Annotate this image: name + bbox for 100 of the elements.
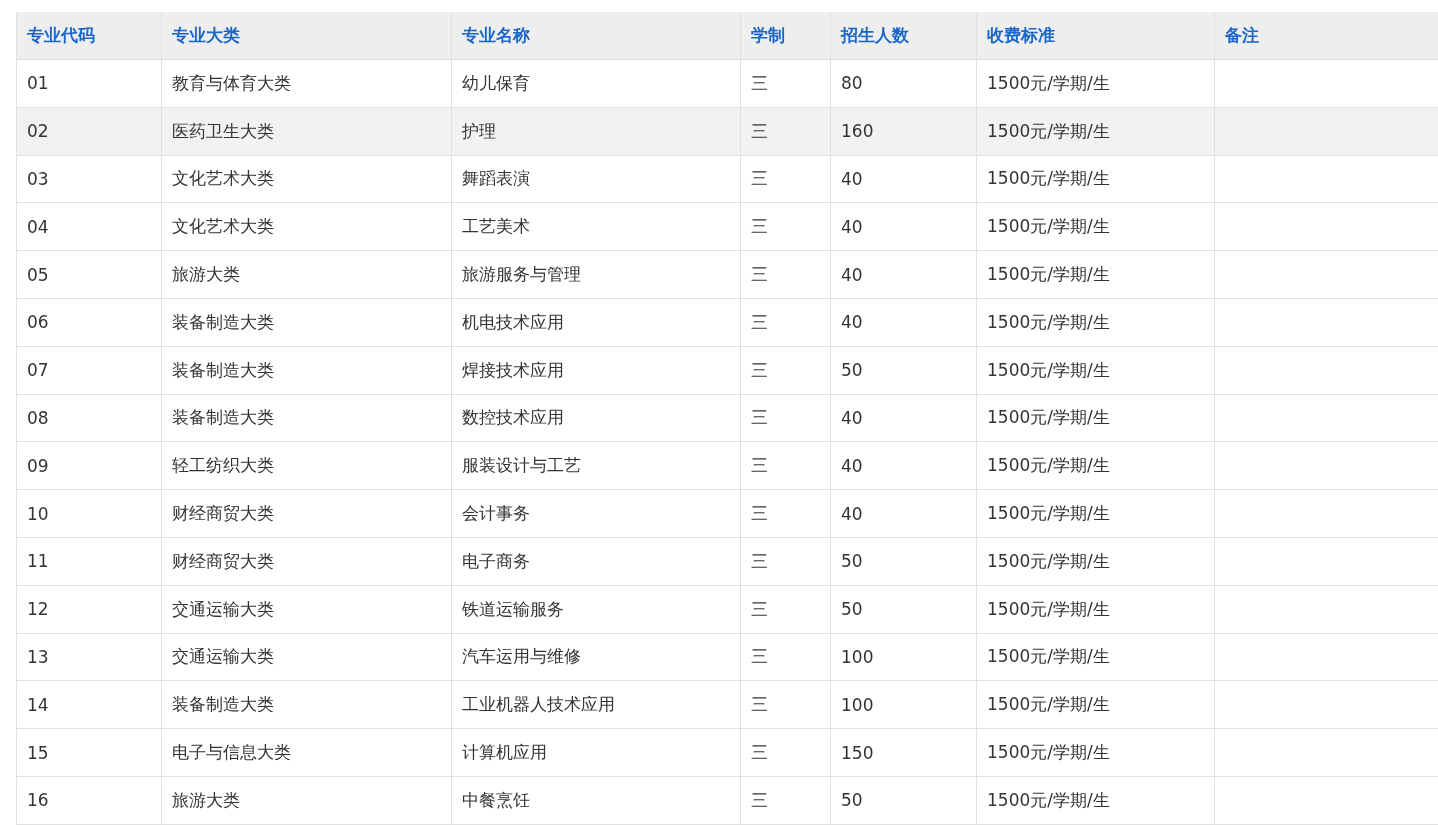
table-cell: 1500元/学期/生 xyxy=(976,107,1215,156)
table-cell: 护理 xyxy=(451,107,741,156)
table-cell: 交通运输大类 xyxy=(161,585,452,634)
table-cell: 中餐烹饪 xyxy=(451,776,741,825)
table-cell: 装备制造大类 xyxy=(161,680,452,729)
table-cell: 40 xyxy=(830,441,977,490)
table-cell: 50 xyxy=(830,537,977,586)
table-cell: 三 xyxy=(740,776,831,825)
column-header: 专业代码 xyxy=(16,12,162,60)
table-cell: 三 xyxy=(740,680,831,729)
table-cell: 40 xyxy=(830,489,977,538)
table-cell: 01 xyxy=(16,59,162,108)
table-cell: 13 xyxy=(16,633,162,681)
table-cell: 1500元/学期/生 xyxy=(976,489,1215,538)
table-cell: 旅游大类 xyxy=(161,250,452,299)
table-cell: 1500元/学期/生 xyxy=(976,680,1215,729)
table-cell: 12 xyxy=(16,585,162,634)
table-cell: 财经商贸大类 xyxy=(161,537,452,586)
table-cell: 160 xyxy=(830,107,977,156)
table-cell: 交通运输大类 xyxy=(161,633,452,681)
table-cell: 100 xyxy=(830,633,977,681)
table-cell: 1500元/学期/生 xyxy=(976,202,1215,251)
table-cell: 04 xyxy=(16,202,162,251)
table-cell: 舞蹈表演 xyxy=(451,155,741,203)
table-cell: 09 xyxy=(16,441,162,490)
table-cell: 装备制造大类 xyxy=(161,298,452,347)
column-header: 专业名称 xyxy=(451,12,741,60)
table-cell: 02 xyxy=(16,107,162,156)
table-cell: 旅游服务与管理 xyxy=(451,250,741,299)
table-cell: 三 xyxy=(740,585,831,634)
table-cell: 1500元/学期/生 xyxy=(976,728,1215,777)
table-cell: 40 xyxy=(830,202,977,251)
table-cell: 50 xyxy=(830,585,977,634)
table-cell: 05 xyxy=(16,250,162,299)
table-cell: 40 xyxy=(830,394,977,442)
table-cell: 10 xyxy=(16,489,162,538)
table-cell: 汽车运用与维修 xyxy=(451,633,741,681)
table-cell: 1500元/学期/生 xyxy=(976,585,1215,634)
table-cell: 1500元/学期/生 xyxy=(976,394,1215,442)
table-cell: 幼儿保育 xyxy=(451,59,741,108)
table-cell: 服装设计与工艺 xyxy=(451,441,741,490)
table-cell: 50 xyxy=(830,346,977,395)
table-cell: 三 xyxy=(740,537,831,586)
table-cell: 三 xyxy=(740,298,831,347)
table-cell: 14 xyxy=(16,680,162,729)
table-cell: 08 xyxy=(16,394,162,442)
table-cell: 电子与信息大类 xyxy=(161,728,452,777)
table-cell: 100 xyxy=(830,680,977,729)
table-cell: 财经商贸大类 xyxy=(161,489,452,538)
table-cell: 三 xyxy=(740,633,831,681)
table-cell: 教育与体育大类 xyxy=(161,59,452,108)
table-cell: 07 xyxy=(16,346,162,395)
table-cell: 三 xyxy=(740,107,831,156)
table-cell: 50 xyxy=(830,776,977,825)
table-cell: 16 xyxy=(16,776,162,825)
table-cell: 三 xyxy=(740,155,831,203)
table-cell: 1500元/学期/生 xyxy=(976,155,1215,203)
table-cell: 电子商务 xyxy=(451,537,741,586)
table-cell: 三 xyxy=(740,346,831,395)
table-cell: 11 xyxy=(16,537,162,586)
table-cell: 计算机应用 xyxy=(451,728,741,777)
table-cell: 铁道运输服务 xyxy=(451,585,741,634)
table-cell: 1500元/学期/生 xyxy=(976,59,1215,108)
table-cell: 会计事务 xyxy=(451,489,741,538)
column-header: 专业大类 xyxy=(161,12,452,60)
table-cell: 旅游大类 xyxy=(161,776,452,825)
table-cell: 文化艺术大类 xyxy=(161,155,452,203)
table-cell: 文化艺术大类 xyxy=(161,202,452,251)
table-cell: 1500元/学期/生 xyxy=(976,537,1215,586)
column-header: 学制 xyxy=(740,12,831,60)
column-header: 招生人数 xyxy=(830,12,977,60)
table-cell: 工艺美术 xyxy=(451,202,741,251)
table-cell: 三 xyxy=(740,489,831,538)
column-header: 备注 xyxy=(1214,12,1438,60)
table-cell: 三 xyxy=(740,394,831,442)
table-cell: 装备制造大类 xyxy=(161,394,452,442)
table-cell: 装备制造大类 xyxy=(161,346,452,395)
table-cell: 1500元/学期/生 xyxy=(976,298,1215,347)
table-cell: 1500元/学期/生 xyxy=(976,250,1215,299)
table-cell: 15 xyxy=(16,728,162,777)
table-cell: 三 xyxy=(740,441,831,490)
table-cell: 150 xyxy=(830,728,977,777)
table-cell: 06 xyxy=(16,298,162,347)
table-cell: 80 xyxy=(830,59,977,108)
table-cell: 三 xyxy=(740,202,831,251)
table-cell: 1500元/学期/生 xyxy=(976,441,1215,490)
table-cell: 数控技术应用 xyxy=(451,394,741,442)
table-cell: 机电技术应用 xyxy=(451,298,741,347)
table-cell: 工业机器人技术应用 xyxy=(451,680,741,729)
table-cell: 轻工纺织大类 xyxy=(161,441,452,490)
table-cell: 40 xyxy=(830,250,977,299)
table-cell: 三 xyxy=(740,728,831,777)
table-cell: 三 xyxy=(740,250,831,299)
table-cell: 焊接技术应用 xyxy=(451,346,741,395)
table-cell: 医药卫生大类 xyxy=(161,107,452,156)
column-header: 收费标准 xyxy=(976,12,1215,60)
table-cell: 40 xyxy=(830,155,977,203)
table-cell: 1500元/学期/生 xyxy=(976,633,1215,681)
table-cell: 40 xyxy=(830,298,977,347)
table-cell: 1500元/学期/生 xyxy=(976,346,1215,395)
